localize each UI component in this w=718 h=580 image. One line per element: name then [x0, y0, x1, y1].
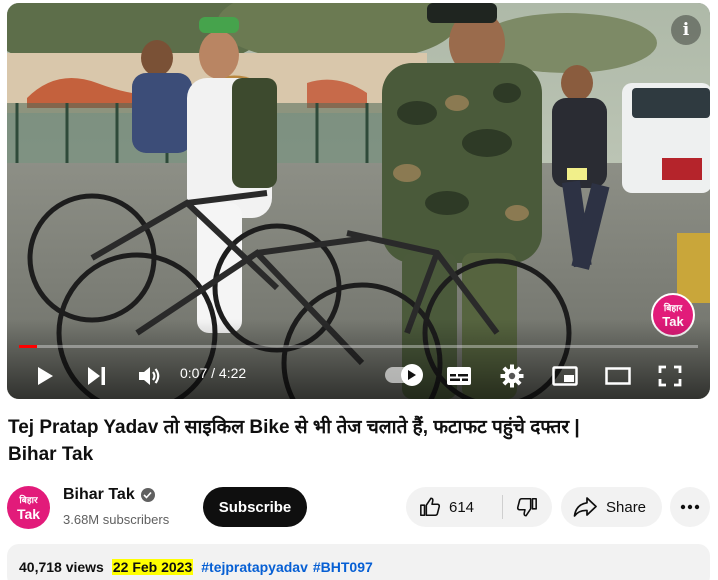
volume-button[interactable] [133, 358, 165, 394]
video-title-line1: Tej Pratap Yadav तो साइकिल Bike से भी ते… [8, 417, 580, 438]
progress-bar[interactable] [19, 345, 698, 348]
upload-date: 22 Feb 2023 [111, 559, 194, 575]
avatar-line2: Tak [16, 506, 41, 522]
like-dislike-group: 614 [406, 487, 552, 527]
thumbs-up-icon [420, 497, 441, 517]
settings-button[interactable] [496, 358, 528, 394]
subtitles-button[interactable] [443, 358, 475, 394]
volume-icon [139, 367, 160, 385]
more-horizontal-icon [680, 504, 700, 510]
theater-icon [605, 367, 631, 385]
info-icon[interactable]: i [671, 15, 701, 45]
fullscreen-button[interactable] [654, 358, 686, 394]
like-button[interactable]: 614 [406, 487, 502, 527]
autoplay-knob [401, 364, 423, 386]
share-label: Share [606, 498, 647, 516]
progress-played [19, 345, 38, 348]
like-count: 614 [449, 498, 475, 516]
subscribe-button[interactable]: Subscribe [203, 487, 307, 527]
current-time: 0:07 [180, 365, 208, 381]
channel-name[interactable]: Bihar Tak [63, 486, 155, 504]
next-button[interactable] [81, 358, 113, 394]
avatar-line1: बिहार [19, 496, 38, 506]
video-player[interactable]: i बिहार Tak 0:07 / 4:22 [7, 3, 710, 399]
hashtag-link[interactable]: #BHT097 [313, 559, 373, 575]
channel-avatar[interactable]: बिहार Tak [7, 486, 50, 529]
verified-icon [140, 488, 155, 502]
duration: 4:22 [218, 365, 247, 381]
miniplayer-icon [552, 366, 578, 386]
description-box[interactable]: 40,718 views 22 Feb 2023 #tejpratapyadav… [7, 544, 710, 580]
channel-name-text: Bihar Tak [63, 486, 135, 503]
play-icon [38, 367, 53, 385]
skip-next-icon [88, 367, 105, 385]
theater-mode-button[interactable] [602, 358, 634, 394]
more-actions-button[interactable] [670, 487, 710, 527]
gear-icon [500, 364, 524, 388]
share-button[interactable]: Share [561, 487, 662, 527]
share-icon [573, 497, 597, 517]
hashtag-link[interactable]: #tejpratapyadav [201, 559, 308, 575]
miniplayer-button[interactable] [549, 358, 581, 394]
video-title: Tej Pratap Yadav तो साइकिल Bike से भी ते… [8, 414, 713, 468]
fullscreen-icon [658, 365, 682, 387]
view-count: 40,718 views [19, 559, 104, 575]
video-title-line2: Bihar Tak [8, 444, 94, 465]
subscriber-count: 3.68M subscribers [63, 512, 170, 527]
watermark-line1: बिहार [663, 304, 683, 314]
play-button[interactable] [29, 358, 61, 394]
subtitles-icon [447, 367, 471, 385]
autoplay-toggle[interactable] [385, 364, 423, 386]
play-small-icon [408, 370, 416, 380]
dislike-button[interactable] [503, 487, 551, 527]
time-display: 0:07 / 4:22 [180, 365, 247, 381]
description-meta: 40,718 views 22 Feb 2023 #tejpratapyadav… [19, 559, 378, 575]
thumbs-down-icon [516, 497, 537, 517]
